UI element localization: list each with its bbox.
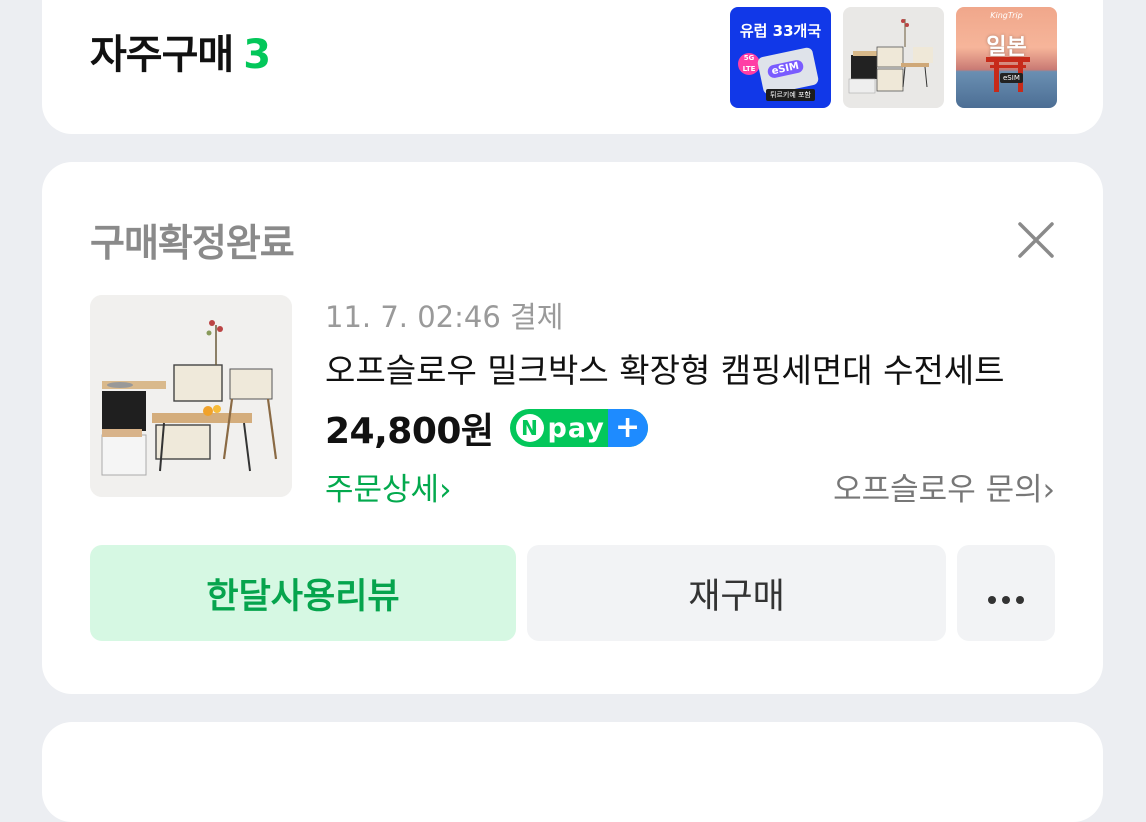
order-detail-link[interactable]: 주문상세› <box>325 464 451 509</box>
close-icon <box>1018 222 1054 258</box>
product-image[interactable] <box>90 295 292 497</box>
esim-europe-headline: 유럽 33개국 <box>739 22 822 40</box>
more-dots-icon <box>988 596 1024 604</box>
esim-europe-badge: 5G LTE <box>738 53 760 75</box>
npay-plus-icon: + <box>607 409 648 447</box>
more-options-button[interactable] <box>957 545 1055 641</box>
close-button[interactable] <box>1012 216 1060 264</box>
npay-plus-badge: N pay + <box>509 409 648 447</box>
seller-inquiry-link[interactable]: 오프슬로우 문의› <box>833 464 1055 509</box>
next-order-card <box>42 722 1103 822</box>
frequent-purchase-count: 3 <box>243 32 271 78</box>
camping-washstand-photo <box>90 295 292 497</box>
order-status: 구매확정완료 <box>90 221 295 265</box>
camping-set-image <box>848 19 933 94</box>
npay-pay-text: pay <box>547 412 605 444</box>
esim-japan-script: KingTrip <box>990 11 1023 20</box>
frequent-purchase-title: 자주구매 3 <box>90 22 271 80</box>
thumb-esim-japan[interactable]: KingTrip 일본 eSIM <box>956 7 1057 108</box>
esim-europe-sub: 튀르키예 포함 <box>766 89 815 101</box>
product-price: 24,800원 <box>325 411 494 452</box>
rebuy-button[interactable]: 재구매 <box>527 545 946 641</box>
payment-date: 11. 7. 02:46 결제 <box>325 300 564 334</box>
price-row: 24,800원 N pay + <box>325 402 648 454</box>
frequent-purchase-thumbnails: 유럽 33개국 5G LTE eSIM 튀르키예 포함 KingTrip 일본 … <box>730 7 1057 108</box>
frequent-purchase-label: 자주구매 <box>90 32 234 78</box>
frequent-purchase-card[interactable]: 자주구매 3 유럽 33개국 5G LTE eSIM 튀르키예 포함 KingT… <box>42 0 1103 134</box>
esim-japan-tag: eSIM <box>1000 73 1023 83</box>
npay-n-icon: N <box>515 414 544 442</box>
torii-gate-icon <box>986 57 1030 62</box>
product-name-link[interactable]: 오프슬로우 밀크박스 확장형 캠핑세면대 수전세트 <box>325 344 1045 392</box>
esim-europe-sim-label: eSIM <box>766 58 805 80</box>
thumb-camping-washstand[interactable] <box>843 7 944 108</box>
monthly-review-button[interactable]: 한달사용리뷰 <box>90 545 516 641</box>
torii-post-left <box>994 62 999 92</box>
order-card: 구매확정완료 11. 7. 02:46 결제 오프슬로우 밀크박스 확장형 캠핑… <box>42 162 1103 694</box>
thumb-esim-europe[interactable]: 유럽 33개국 5G LTE eSIM 튀르키예 포함 <box>730 7 831 108</box>
